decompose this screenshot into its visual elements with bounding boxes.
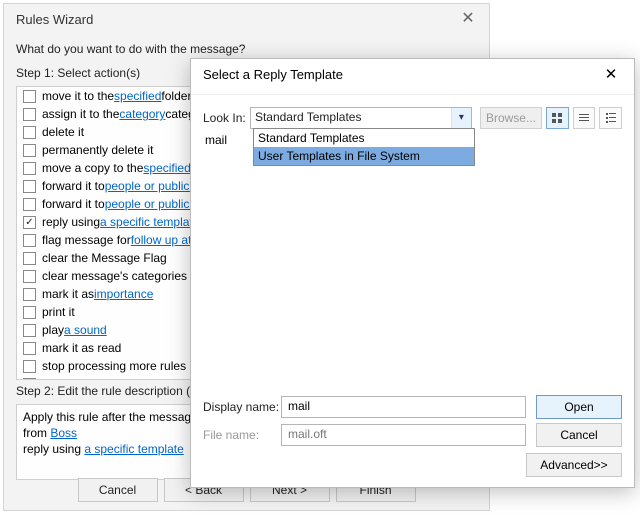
action-text: print it: [42, 305, 75, 319]
desc-from-link[interactable]: Boss: [50, 426, 77, 440]
action-text: delete it: [42, 125, 84, 139]
action-link[interactable]: specified: [114, 89, 161, 103]
action-text: move a copy to the: [42, 161, 143, 175]
chevron-down-icon[interactable]: ▾: [451, 108, 471, 128]
action-text: stop processing more rules: [42, 359, 186, 373]
template-list[interactable]: mail: [203, 131, 622, 389]
desc-reply-pre: reply using: [23, 442, 84, 456]
checkbox[interactable]: [23, 126, 36, 139]
action-text: mark it as: [42, 287, 94, 301]
filename-label: File name:: [203, 428, 281, 442]
reply-template-dialog: Select a Reply Template ✕ Look In: Stand…: [190, 58, 635, 488]
list-item[interactable]: mail: [203, 131, 229, 149]
reply-template-title: Select a Reply Template: [203, 67, 343, 82]
lookin-option[interactable]: Standard Templates: [254, 129, 474, 147]
checkbox[interactable]: ✓: [23, 216, 36, 229]
action-text: clear message's categories: [42, 269, 187, 283]
desc-reply-link[interactable]: a specific template: [84, 442, 183, 456]
action-text: mark it as read: [42, 341, 121, 355]
checkbox[interactable]: [23, 378, 36, 381]
action-text: folder: [161, 89, 191, 103]
action-text: forward it to: [42, 179, 105, 193]
action-text: play: [42, 323, 64, 337]
filename-input: mail.oft: [281, 424, 526, 446]
browse-button: Browse...: [480, 107, 542, 129]
checkbox[interactable]: [23, 270, 36, 283]
large-icons-view-button[interactable]: [546, 107, 569, 129]
desc-from-pre: from: [23, 426, 50, 440]
checkbox[interactable]: [23, 252, 36, 265]
cancel-button[interactable]: Cancel: [78, 478, 158, 502]
checkbox[interactable]: [23, 288, 36, 301]
reply-template-bottom: Display name: mail Open File name: mail.…: [203, 393, 622, 479]
checkbox[interactable]: [23, 306, 36, 319]
details-view-button[interactable]: [599, 107, 622, 129]
action-text: permanently delete it: [42, 143, 153, 157]
checkbox[interactable]: [23, 108, 36, 121]
lookin-value: Standard Templates: [255, 110, 362, 124]
checkbox[interactable]: [23, 90, 36, 103]
rules-wizard-title: Rules Wizard: [16, 12, 93, 27]
action-link[interactable]: category: [119, 107, 165, 121]
lookin-option[interactable]: User Templates in File System: [254, 147, 474, 165]
displayname-input[interactable]: mail: [281, 396, 526, 418]
cancel-button[interactable]: Cancel: [536, 423, 622, 447]
reply-template-titlebar: Select a Reply Template ✕: [191, 59, 634, 95]
checkbox[interactable]: [23, 234, 36, 247]
action-text: forward it to: [42, 197, 105, 211]
action-text: display: [42, 377, 79, 380]
action-text: flag message for: [42, 233, 131, 247]
checkbox[interactable]: [23, 360, 36, 373]
action-link[interactable]: a specific template: [100, 215, 199, 229]
checkbox[interactable]: [23, 342, 36, 355]
open-button[interactable]: Open: [536, 395, 622, 419]
lookin-select[interactable]: Standard Templates ▾: [250, 107, 472, 129]
checkbox[interactable]: [23, 180, 36, 193]
checkbox[interactable]: [23, 198, 36, 211]
displayname-label: Display name:: [203, 400, 281, 414]
checkbox[interactable]: [23, 324, 36, 337]
action-link[interactable]: a sound: [64, 323, 107, 337]
action-link[interactable]: a specific message: [79, 377, 181, 380]
reply-template-body: Look In: Standard Templates ▾ Browse... …: [191, 95, 634, 131]
action-text: clear the Message Flag: [42, 251, 167, 265]
lookin-options[interactable]: Standard Templates User Templates in Fil…: [253, 128, 475, 166]
list-view-button[interactable]: [573, 107, 596, 129]
checkbox[interactable]: [23, 144, 36, 157]
action-text: assign it to the: [42, 107, 119, 121]
action-text: move it to the: [42, 89, 114, 103]
close-icon[interactable]: ✕: [453, 8, 483, 32]
rules-wizard-titlebar: Rules Wizard ✕: [4, 4, 489, 38]
advanced-button[interactable]: Advanced>>: [526, 453, 622, 477]
action-text: reply using: [42, 215, 100, 229]
close-icon[interactable]: ✕: [596, 65, 626, 87]
lookin-label: Look In:: [203, 111, 250, 125]
action-link[interactable]: specified: [143, 161, 190, 175]
action-link[interactable]: importance: [94, 287, 153, 301]
checkbox[interactable]: [23, 162, 36, 175]
